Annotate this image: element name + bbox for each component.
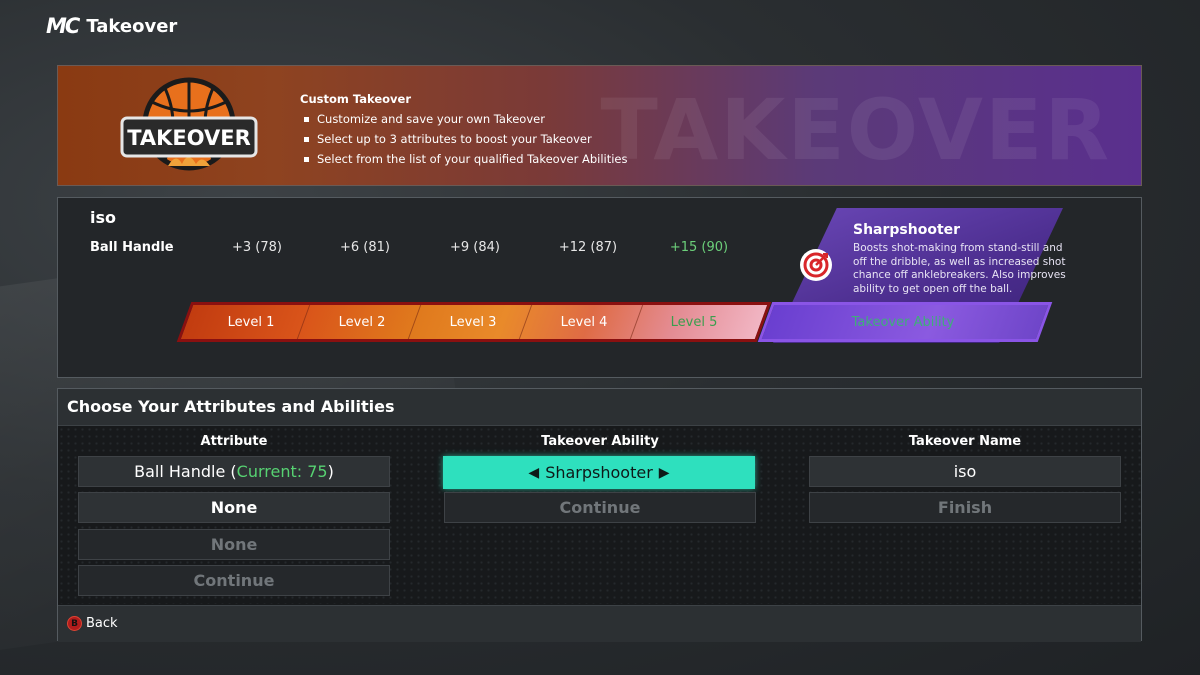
level-5-boost: +15 (90) [669,240,729,255]
ability-selector[interactable]: ◀ Sharpshooter ▶ [443,456,755,489]
svg-text:TAKEOVER: TAKEOVER [127,126,251,150]
choose-attributes-panel: Choose Your Attributes and Abilities Att… [57,388,1142,642]
bullet-item: Customize and save your own Takeover [304,112,628,126]
ability-description: Boosts shot-making from stand-still and … [853,242,1066,295]
level-3-label: Level 3 [449,314,497,330]
bullet-icon [304,116,309,122]
level-4-label: Level 4 [560,314,608,330]
attribute-continue-button[interactable]: Continue [78,565,390,596]
ability-selector-value: Sharpshooter [545,463,653,482]
ability-column-header: Takeover Ability [541,434,659,449]
banner-info: Custom Takeover Customize and save your … [300,92,628,172]
back-button[interactable]: B Back [67,616,118,631]
level-5-label: Level 5 [670,314,718,330]
takeover-preview-panel: iso Ball Handle +3 (78) +6 (81) +9 (84) … [57,197,1142,378]
mycareer-logo: MC [46,14,80,38]
attribute-slot-2-button[interactable]: None [78,492,390,523]
takeover-name-display: iso [90,208,116,227]
takeover-name-field[interactable]: iso [809,456,1121,487]
bullet-icon [304,156,309,162]
paren-close: ) [327,462,334,481]
custom-takeover-banner: TAKEOVER TAKEOVER Custom Takeover Custom… [57,65,1142,186]
banner-watermark: TAKEOVER [600,81,1111,179]
level-1-boost: +3 (78) [232,240,282,255]
attribute-label: Ball Handle [90,240,174,255]
bullet-text: Select from the list of your qualified T… [317,152,628,166]
back-label: Back [86,616,118,631]
attribute-slot-1-button[interactable]: Ball Handle (Current: 75) [78,456,390,487]
bullet-item: Select from the list of your qualified T… [304,152,628,166]
ability-bar-label: Takeover Ability [851,314,955,330]
level-4-boost: +12 (87) [558,240,618,255]
name-column-header: Takeover Name [908,434,1022,449]
finish-button[interactable]: Finish [809,492,1121,523]
bullet-text: Customize and save your own Takeover [317,112,545,126]
attribute-slot-3-button[interactable]: None [78,529,390,560]
target-icon [800,249,832,281]
attribute-slot-1-name: Ball Handle [134,462,226,481]
arrow-left-icon[interactable]: ◀ [528,465,539,481]
arrow-right-icon[interactable]: ▶ [659,465,670,481]
paren-open: ( [225,462,237,481]
attribute-column-header: Attribute [200,434,268,449]
takeover-logo: TAKEOVER [120,77,258,171]
level-2-boost: +6 (81) [340,240,390,255]
choose-title: Choose Your Attributes and Abilities [67,397,395,416]
ability-title: Sharpshooter [853,222,961,238]
bullet-item: Select up to 3 attributes to boost your … [304,132,628,146]
choose-header: Choose Your Attributes and Abilities [58,389,1141,426]
top-bar: MC Takeover [46,14,177,38]
choose-footer: B Back [58,605,1141,642]
level-1-label: Level 1 [227,314,275,330]
ability-continue-button[interactable]: Continue [444,492,756,523]
b-button-icon: B [67,616,82,631]
level-3-boost: +9 (84) [450,240,500,255]
bullet-icon [304,136,309,142]
level-2-label: Level 2 [338,314,386,330]
current-value: Current: 75 [236,462,328,481]
page-title: Takeover [86,15,178,37]
bullet-text: Select up to 3 attributes to boost your … [317,132,592,146]
banner-bullet-list: Customize and save your own Takeover Sel… [300,112,628,166]
banner-heading: Custom Takeover [300,92,411,106]
